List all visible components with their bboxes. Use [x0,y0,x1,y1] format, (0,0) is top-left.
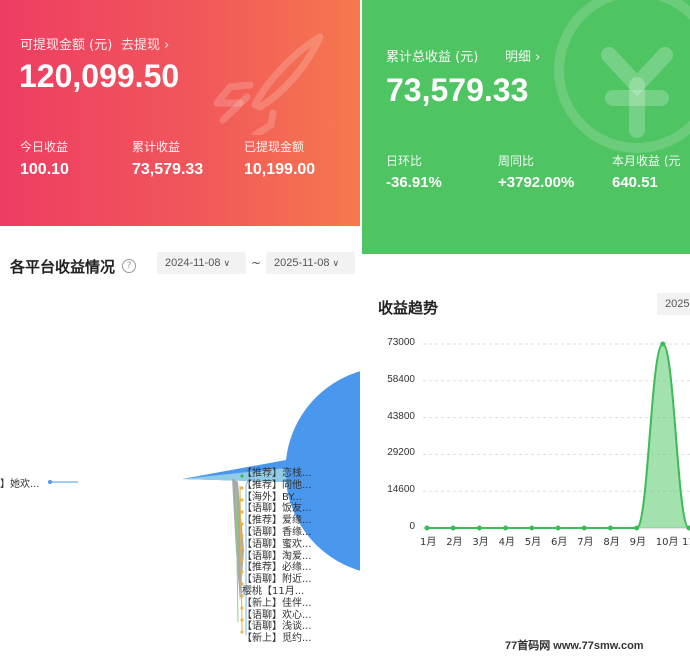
x-tick-label: 6月 [551,537,568,548]
date-from-select[interactable]: 2024-11-08 ∨ [157,252,246,274]
platform-income-title: 各平台收益情况 [10,258,116,276]
chevron-down-icon: ∨ [332,258,340,268]
week-over-week-label: 周同比 [498,154,535,168]
trend-date-value: 2025 [665,298,690,310]
details-link-label[interactable]: 明细 [505,50,531,65]
pie-label-main: 】她欢... [0,479,40,490]
x-tick-label: 8月 [603,537,620,548]
x-tick-label: 2月 [446,537,463,548]
cumulative-income-value: 73,579.33 [132,161,204,178]
trend-point[interactable] [634,525,640,531]
y-tick-label: 29200 [387,447,415,459]
withdrawn-amount-value: 10,199.00 [244,161,316,178]
rocket-icon [213,33,324,135]
trend-point[interactable] [555,525,561,531]
pie-slice-label: 【语聊】浅谈... [242,621,312,633]
trend-point[interactable] [607,525,613,531]
trend-title: 收益趋势 [378,299,439,317]
total-income-label: 累计总收益 (元) [386,50,479,65]
date-to-value: 2025-11-08 [274,257,330,269]
pie-label-list: 【推荐】恋栈... 【推荐】同他... 【海外】BY... 【语聊】饭友... 【推荐】… [242,468,312,645]
watermark: 77首码网 www.77smw.com [505,640,644,652]
pie-slice-label: 【推荐】爱缘... [242,515,312,527]
date-to-select[interactable]: 2025-11-08 ∨ [266,252,355,274]
pie-slice-label: 【语聊】欢心... [242,609,312,621]
x-tick-label: 9月 [629,537,646,548]
week-over-week-value: +3792.00% [498,174,575,191]
x-tick-label: 11月 [682,537,690,548]
total-income-card: 累计总收益 (元) 明细 › 73,579.33 日环比 -36.91% 周同比… [362,0,690,254]
x-tick-label: 5月 [524,537,542,548]
y-tick-label: 43800 [387,410,415,422]
pie-slice-label: 【海外】BY... [242,491,302,503]
total-income-amount: 73,579.33 [386,72,529,108]
withdrawable-card: 可提现金额 (元) 去提现 › 120,099.50 今日收益 100.10 累… [0,0,360,226]
pie-slice-label: 【推荐】恋栈... [242,468,312,479]
trend-point[interactable] [424,525,430,531]
trend-point[interactable] [503,525,509,531]
x-tick-label: 10月 [655,537,679,548]
chevron-right-icon: › [535,50,541,65]
y-tick-label: 58400 [387,373,415,385]
y-tick-label: 0 [409,521,415,532]
yen-coin-icon [554,0,690,153]
day-over-day-label: 日环比 [386,154,423,168]
pie-slice-label: 【推荐】同他... [242,479,312,491]
month-income-label: 本月收益 (元 [612,154,681,168]
x-tick-label: 3月 [472,537,489,548]
trend-point[interactable] [581,525,587,531]
today-income-label: 今日收益 [20,140,69,154]
date-range-separator: ~ [251,256,262,270]
pie-slice-label: 樱桃【11月... [242,585,305,597]
trend-point[interactable] [660,341,666,347]
withdraw-link[interactable]: 去提现 › [121,34,169,53]
cumulative-income-label: 累计收益 [132,140,181,154]
pie-slice-label: 【语聊】香缘... [242,526,312,538]
y-tick-label: 14600 [387,484,415,496]
today-income-value: 100.10 [20,161,69,178]
withdrawable-amount: 120,099.50 [19,58,180,94]
chevron-down-icon: ∨ [223,258,231,268]
chevron-right-icon: › [164,38,170,53]
date-from-value: 2024-11-08 [165,257,221,269]
trend-point[interactable] [450,525,456,531]
x-tick-label: 4月 [498,537,515,548]
withdraw-link-label[interactable]: 去提现 [121,38,160,53]
y-tick-label: 73000 [387,337,415,348]
pie-slice-label: 【推荐】必缘... [242,562,312,574]
pie-slice-label: 【语聊】饭友... [242,503,312,515]
x-tick-label: 1月 [420,537,437,548]
pie-slice-label: 【新上】佳伴... [242,597,312,609]
pie-slice-label: 【新上】觅约... [242,633,312,645]
pie-slice-label: 【语聊】淘爱... [242,550,312,562]
pie-slice-label: 【语聊】附近... [242,574,312,586]
details-link[interactable]: 明细 › [505,46,540,65]
trend-point[interactable] [476,525,482,531]
x-tick-label: 7月 [577,537,594,548]
trend-date-select[interactable]: 2025 [657,293,690,315]
month-income-value: 640.51 [612,174,658,191]
question-circle-icon[interactable]: ? [122,259,136,273]
withdrawn-amount-label: 已提现金额 [244,140,305,154]
pie-slice-label: 【语聊】蜜欢... [242,538,312,550]
withdrawable-label: 可提现金额 (元) [20,38,113,53]
trend-point[interactable] [529,525,535,531]
day-over-day-value: -36.91% [386,174,442,191]
pie-leader-dot [48,480,52,484]
